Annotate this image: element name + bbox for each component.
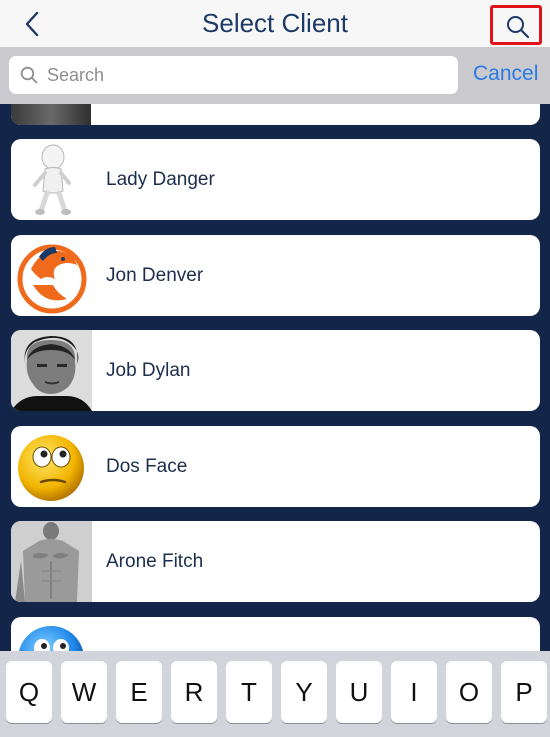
search-bar: Cancel [0,47,550,104]
partial-avatar [11,104,91,125]
client-name: Jon Denver [106,265,204,286]
keyboard: Q W E R T Y U I O P [0,651,550,737]
key-o[interactable]: O [446,661,492,723]
client-row-jon-denver[interactable]: Jon Denver [11,235,540,316]
client-name: Lady Danger [106,169,215,190]
back-chevron-icon[interactable] [22,10,42,38]
client-name: Dos Face [106,456,188,477]
search-input[interactable] [47,58,447,92]
search-icon [507,16,530,39]
client-row-job-dylan[interactable]: Job Dylan [11,330,540,411]
client-list[interactable]: Lady Danger Jon Denver Job Dylan Dos Fac… [0,104,550,651]
client-row-dos-face[interactable]: Dos Face [11,426,540,507]
key-y[interactable]: Y [281,661,327,723]
search-field[interactable] [9,56,458,94]
white-figure-avatar [33,144,71,215]
key-e[interactable]: E [116,661,162,723]
client-row-arone-fitch[interactable]: Arone Fitch [11,521,540,602]
bronco-logo-avatar [17,244,87,314]
key-t[interactable]: T [226,661,272,723]
blue-smiley-avatar [18,626,84,651]
search-button[interactable] [490,5,542,45]
key-u[interactable]: U [336,661,382,723]
cancel-button[interactable]: Cancel [473,62,538,86]
client-row-partial[interactable] [11,617,540,651]
key-q[interactable]: Q [6,661,52,723]
page-title: Select Client [202,8,348,38]
key-i[interactable]: I [391,661,437,723]
key-p[interactable]: P [501,661,547,723]
portrait-photo-avatar [11,330,92,411]
yellow-smiley-avatar [18,435,84,501]
magnifier-icon [20,66,38,84]
client-name: Arone Fitch [106,551,204,572]
client-row-lady-danger[interactable]: Lady Danger [11,139,540,220]
torso-photo-avatar [11,521,92,602]
list-item-partial[interactable] [11,104,540,125]
key-r[interactable]: R [171,661,217,723]
key-w[interactable]: W [61,661,107,723]
navigation-bar: Select Client [0,0,550,47]
client-name: Job Dylan [106,360,191,381]
